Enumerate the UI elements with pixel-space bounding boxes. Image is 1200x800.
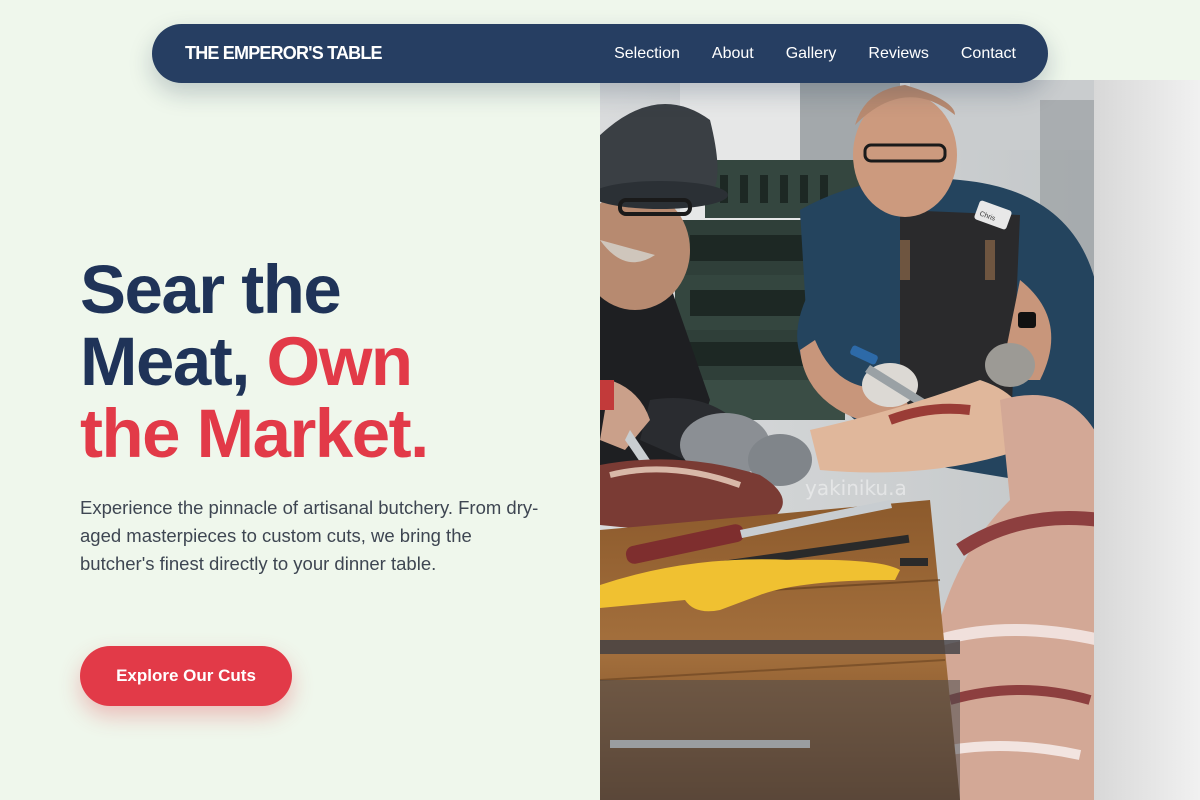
hero-title-line2a: Meat, xyxy=(80,323,250,400)
nav-link-contact[interactable]: Contact xyxy=(961,45,1016,63)
main-navbar: THE EMPEROR'S TABLE Selection About Gall… xyxy=(152,24,1048,83)
photo-watermark: yakiniku.a xyxy=(805,476,907,500)
hero-description: Experience the pinnacle of artisanal but… xyxy=(80,497,539,574)
hero-title-line2b: Own xyxy=(266,323,414,400)
hero-title-line1: Sear the xyxy=(80,251,342,328)
nav-links: Selection About Gallery Reviews Contact xyxy=(614,45,1016,63)
hero-title-line3: the Market. xyxy=(80,395,429,472)
nav-link-gallery[interactable]: Gallery xyxy=(786,45,837,63)
hero-title: Sear the Meat, Own the Market. xyxy=(80,251,429,472)
nav-link-reviews[interactable]: Reviews xyxy=(868,45,928,63)
brand-logo[interactable]: THE EMPEROR'S TABLE xyxy=(185,43,383,64)
nav-link-about[interactable]: About xyxy=(712,45,754,63)
nav-link-selection[interactable]: Selection xyxy=(614,45,680,63)
hero-photo-butchers: Chris yakiniku.a xyxy=(600,80,1200,800)
explore-cuts-button[interactable]: Explore Our Cuts xyxy=(80,646,292,706)
